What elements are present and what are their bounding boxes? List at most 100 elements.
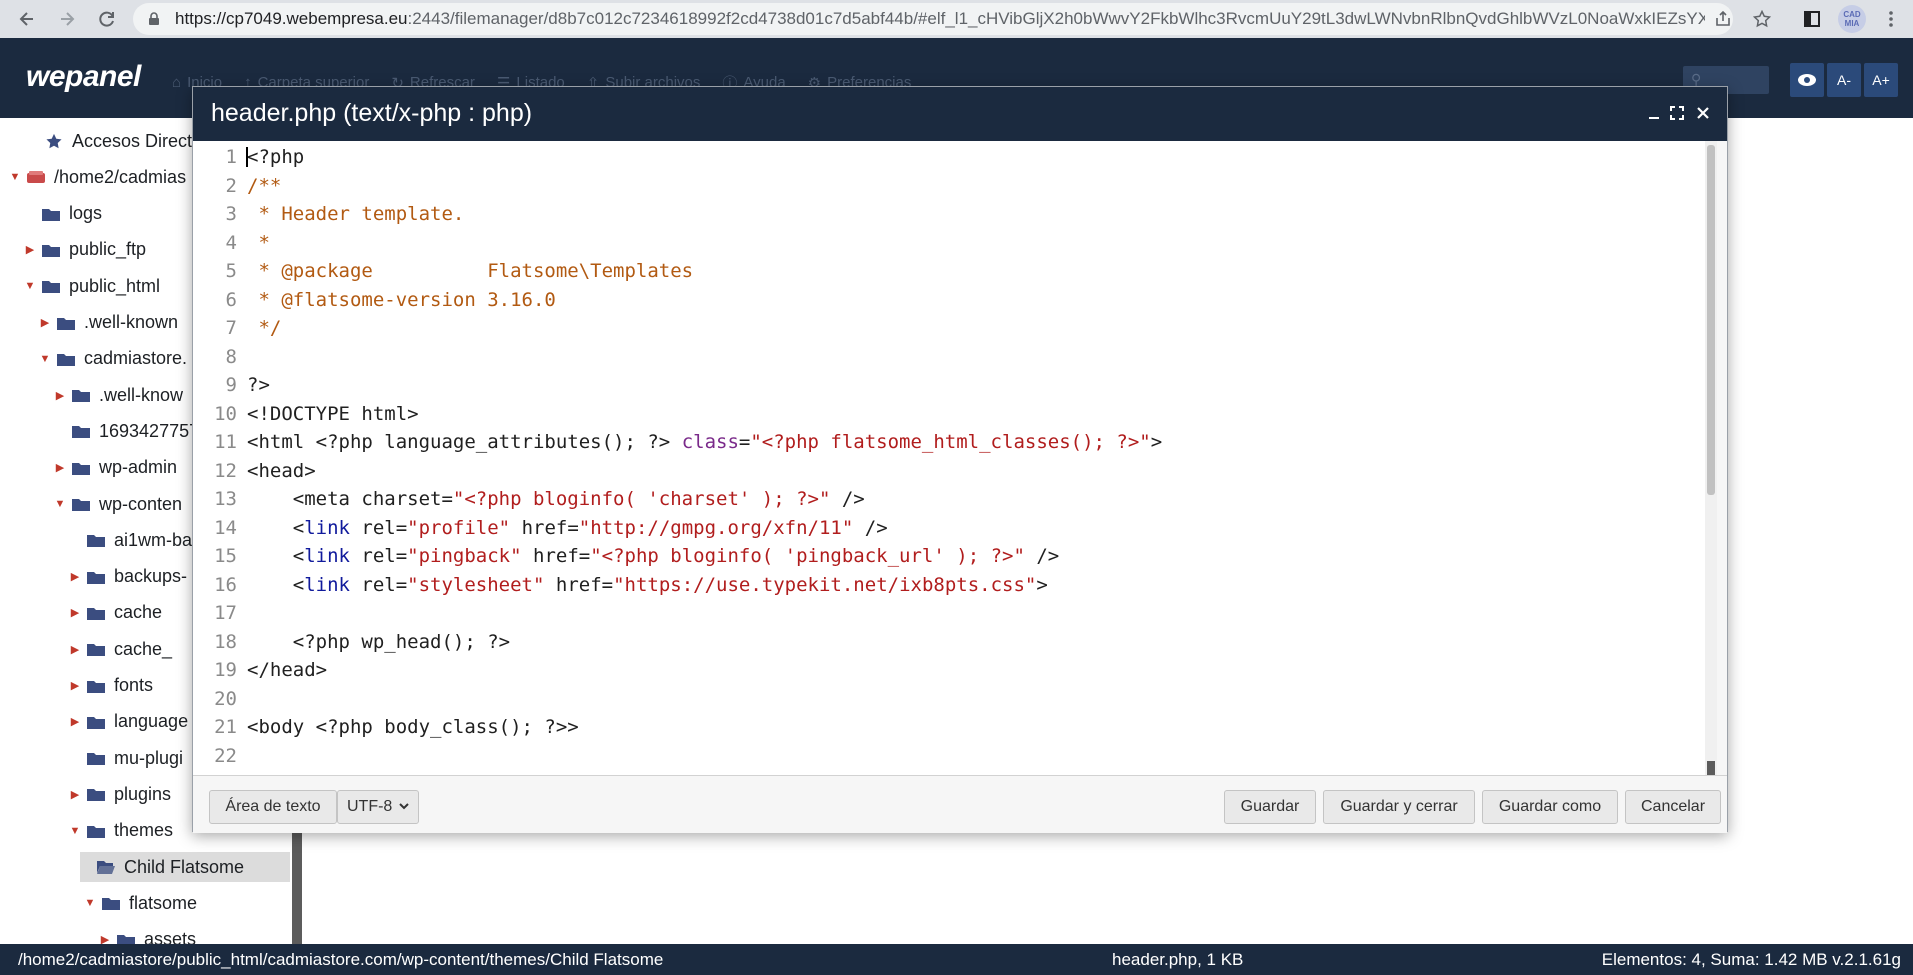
side-panel-icon	[1804, 11, 1820, 27]
tree-item[interactable]: ▶ cache	[68, 598, 162, 628]
expand-arrow-icon[interactable]: ▶	[68, 715, 82, 728]
code-line[interactable]: 12 <head>	[193, 457, 1693, 486]
close-button[interactable]	[1693, 103, 1713, 123]
textarea-mode-button[interactable]: Área de texto	[209, 790, 337, 824]
code-line[interactable]: 21 <body <?php body_class(); ?>>	[193, 713, 1693, 742]
tree-item[interactable]: ▼ flatsome	[83, 888, 197, 918]
code-line[interactable]: 14 <link rel="profile" href="http://gmpg…	[193, 514, 1693, 543]
address-bar[interactable]: https://cp7049.webempresa.eu:2443/filema…	[133, 3, 1733, 35]
back-button[interactable]	[9, 1, 45, 37]
code-line[interactable]: 15 <link rel="pingback" href="<?php blog…	[193, 542, 1693, 571]
expand-arrow-icon[interactable]: ▶	[68, 643, 82, 656]
code-editor[interactable]: 1 <?php 2/** 3 * Header template. 4 * 5 * @pa…	[193, 141, 1717, 775]
tree-item-label: Child Flatsome	[124, 856, 245, 877]
code-text: *	[247, 231, 270, 254]
tree-item[interactable]: ▶ backups-	[68, 562, 187, 592]
reload-button[interactable]	[89, 1, 125, 37]
tree-item[interactable]: ▼ wp-conten	[53, 489, 183, 519]
tree-item[interactable]: logs	[23, 199, 102, 229]
expand-arrow-icon[interactable]: ▶	[38, 316, 52, 329]
bookmark-button[interactable]	[1745, 2, 1779, 36]
folder-icon	[87, 571, 105, 584]
expand-arrow-icon[interactable]: ▶	[68, 570, 82, 583]
tree-item[interactable]: Accesos Directos	[26, 126, 211, 156]
tree-item[interactable]: ▼ public_html	[23, 271, 161, 301]
expand-arrow-icon[interactable]: ▶	[68, 679, 82, 692]
code-line[interactable]: 16 <link rel="stylesheet" href="https://…	[193, 571, 1693, 600]
collapse-arrow-icon[interactable]: ▼	[23, 280, 37, 292]
font-increase-button[interactable]: A+	[1864, 63, 1898, 97]
collapse-arrow-icon[interactable]: ▼	[68, 825, 82, 837]
share-button[interactable]	[1706, 2, 1740, 36]
tree-item[interactable]: ai1wm-ba	[68, 525, 192, 555]
expand-arrow-icon[interactable]: ▶	[23, 243, 37, 256]
expand-arrow-icon[interactable]: ▶	[68, 788, 82, 801]
folder-icon	[87, 825, 105, 838]
line-number: 14	[214, 516, 237, 539]
profile-avatar[interactable]: CAD MIA	[1838, 5, 1866, 33]
code-line[interactable]: 8	[193, 343, 1693, 372]
folder-icon	[87, 753, 105, 766]
collapse-arrow-icon[interactable]: ▼	[38, 353, 52, 365]
minimize-button[interactable]	[1644, 103, 1664, 123]
expand-arrow-icon[interactable]: ▶	[53, 389, 67, 402]
editor-dialog: header.php (text/x-php : php) 1 <?php 2 /**…	[192, 86, 1728, 833]
code-line[interactable]: 7 */	[193, 314, 1693, 343]
collapse-arrow-icon[interactable]: ▼	[8, 171, 22, 183]
tree-item-label: assets	[144, 929, 197, 944]
tree-item[interactable]: ▼ themes	[68, 816, 173, 846]
tree-item[interactable]: ▶ wp-admin	[53, 453, 177, 483]
more-menu-icon[interactable]	[1882, 10, 1900, 28]
tree-item[interactable]: ▶ cache_	[68, 634, 172, 664]
expand-arrow-icon[interactable]: ▶	[68, 606, 82, 619]
code-text: /**	[247, 174, 282, 197]
code-line[interactable]: 6 * @flatsome-version 3.16.0	[193, 286, 1693, 315]
tree-item[interactable]: ▼ /home2/cadmias	[8, 162, 187, 192]
code-line[interactable]: 3 * Header template.	[193, 200, 1693, 229]
code-line[interactable]: 2 /**	[193, 172, 1693, 201]
save-as-button[interactable]: Guardar como	[1482, 790, 1618, 824]
tree-item-label: logs	[69, 203, 103, 224]
tree-item[interactable]: ▶ .well-know	[53, 380, 183, 410]
folder-icon	[42, 208, 60, 221]
expand-arrow-icon[interactable]: ▶	[98, 933, 112, 944]
save-button[interactable]: Guardar	[1224, 790, 1316, 824]
tree-item[interactable]: ▶ language	[68, 707, 188, 737]
tree-item[interactable]: ▶ public_ftp	[23, 235, 146, 265]
tree-item[interactable]: ▼ cadmiastore.	[38, 344, 188, 374]
tree-item[interactable]: Child Flatsome	[80, 852, 290, 882]
collapse-arrow-icon[interactable]: ▼	[53, 498, 67, 510]
code-line[interactable]: 5 * @package Flatsome\Templates	[193, 257, 1693, 286]
tree-item[interactable]: 1693427757	[53, 416, 199, 446]
collapse-arrow-icon[interactable]: ▼	[83, 897, 97, 909]
side-panel-button[interactable]	[1795, 2, 1829, 36]
code-line[interactable]: 17	[193, 599, 1693, 628]
tree-item[interactable]: ▶ fonts	[68, 671, 153, 701]
cancel-button[interactable]: Cancelar	[1625, 790, 1721, 824]
editor-scrollbar-thumb[interactable]	[1707, 145, 1715, 495]
font-decrease-button[interactable]: A-	[1827, 63, 1861, 97]
code-line[interactable]: 1 <?php	[193, 143, 1693, 172]
save-and-close-button[interactable]: Guardar y cerrar	[1323, 790, 1475, 824]
maximize-button[interactable]	[1667, 103, 1687, 123]
tree-item[interactable]: mu-plugi	[68, 743, 183, 773]
code-line[interactable]: 13 <meta charset="<?php bloginfo( 'chars…	[193, 485, 1693, 514]
dialog-titlebar[interactable]: header.php (text/x-php : php)	[193, 87, 1727, 141]
code-line[interactable]: 18 <?php wp_head(); ?>	[193, 628, 1693, 657]
tree-item[interactable]: ▶ assets	[98, 925, 196, 944]
view-toggle-button[interactable]	[1790, 63, 1824, 97]
code-line[interactable]: 11 <html <?php language_attributes(); ?> …	[193, 428, 1693, 457]
code-line[interactable]: 4 *	[193, 229, 1693, 258]
forward-button[interactable]	[49, 1, 85, 37]
code-line[interactable]: 9 ?>	[193, 371, 1693, 400]
code-line[interactable]: 22	[193, 742, 1693, 771]
expand-arrow-icon[interactable]: ▶	[53, 461, 67, 474]
tree-item[interactable]: ▶ .well-known	[38, 308, 178, 338]
code-line[interactable]: 19 </head>	[193, 656, 1693, 685]
code-text: * Header template.	[247, 203, 465, 225]
tree-item-label: flatsome	[129, 892, 198, 913]
tree-item[interactable]: ▶ plugins	[68, 779, 171, 809]
code-line[interactable]: 20	[193, 685, 1693, 714]
code-line[interactable]: 10 <!DOCTYPE html>	[193, 400, 1693, 429]
encoding-select[interactable]: UTF-8	[337, 790, 419, 824]
